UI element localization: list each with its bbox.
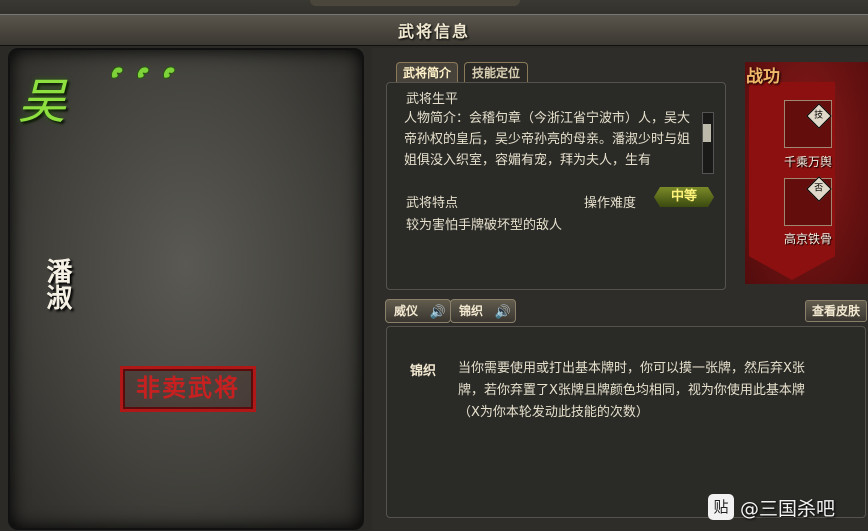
feature-text: 较为害怕手牌破坏型的敌人 xyxy=(406,218,563,233)
not-for-sale-stamp: 非卖武将 xyxy=(120,366,256,412)
health-icon xyxy=(137,66,150,79)
achievement-badge-text: 否 xyxy=(814,183,824,194)
window-title: 武将信息 xyxy=(397,22,470,41)
tieba-icon: 贴 xyxy=(708,494,734,520)
skill-detail-text: 当你需要使用或打出基本牌时，你可以摸一张牌，然后弃X张牌，若你弃置了X张牌且牌颜… xyxy=(458,361,805,420)
watermark-text: @三国杀吧 xyxy=(740,498,836,520)
view-skin-button[interactable]: 查看皮肤 xyxy=(805,300,867,322)
feature-label: 武将特点 xyxy=(406,196,459,211)
speaker-icon: 🔊 xyxy=(429,305,446,320)
voice-button-label: 锦织 xyxy=(459,304,484,318)
difficulty-label: 操作难度 xyxy=(584,196,637,211)
achievement-name: 高京铁骨 xyxy=(784,232,833,246)
bio-scrollbar[interactable] xyxy=(702,112,714,174)
scrollbar-thumb[interactable] xyxy=(703,124,711,142)
voice-button-label: 威仪 xyxy=(394,304,419,318)
achievement-name: 千乘万舆 xyxy=(784,155,833,169)
kingdom-icon: 吴 xyxy=(18,74,67,130)
difficulty-badge: 中等 xyxy=(654,187,714,207)
voice-button-jinzhi[interactable]: 锦织 🔊 xyxy=(450,299,516,323)
war-record-title: 战功 xyxy=(746,67,780,87)
top-tab-edge xyxy=(310,0,520,6)
voice-button-weiyi[interactable]: 威仪 🔊 xyxy=(385,299,451,323)
general-name: 潘淑 xyxy=(42,258,72,310)
skill-detail-name: 锦织 xyxy=(410,364,437,379)
health-icon xyxy=(111,66,124,79)
achievement-slot[interactable] xyxy=(784,100,832,148)
speaker-icon: 🔊 xyxy=(494,305,511,320)
bio-text: 人物简介：会稽句章（今浙江省宁波市）人，吴大帝孙权的皇后，吴少帝孙亮的母亲。潘淑… xyxy=(404,111,691,168)
health-icon xyxy=(163,66,176,79)
tab-general-intro[interactable]: 武将简介 xyxy=(396,62,458,83)
bio-label: 武将生平 xyxy=(406,92,459,107)
tab-skill-role[interactable]: 技能定位 xyxy=(464,62,528,83)
achievement-badge-text: 技 xyxy=(814,110,824,121)
